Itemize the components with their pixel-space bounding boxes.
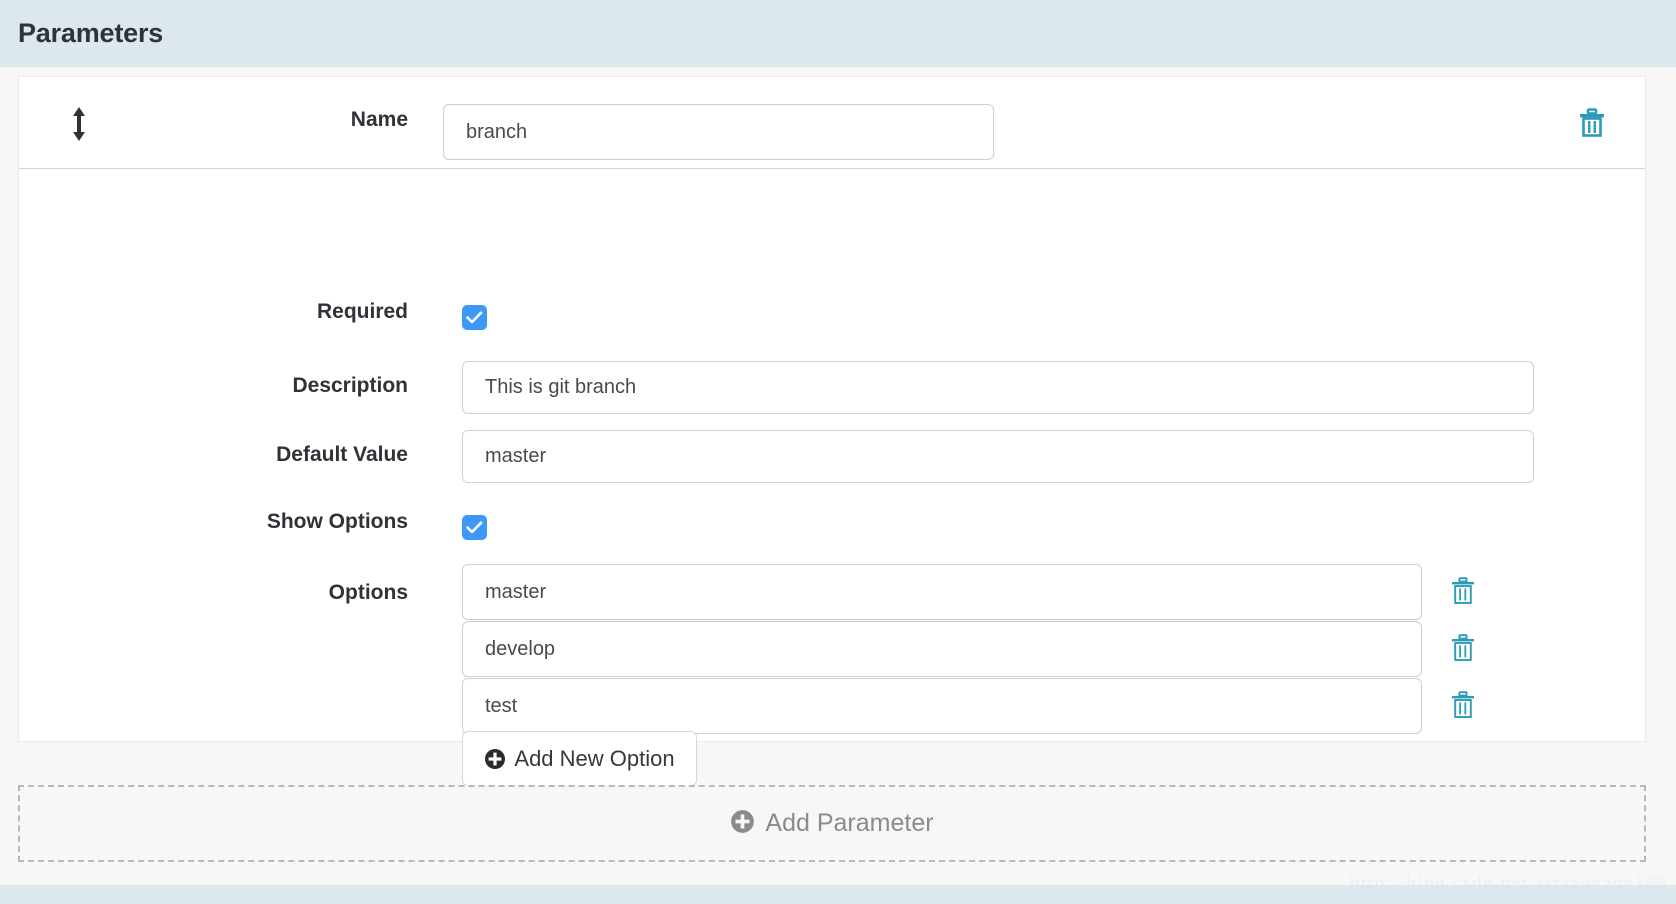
description-label: Description bbox=[292, 374, 408, 397]
delete-option-button[interactable] bbox=[1447, 688, 1479, 724]
trash-icon bbox=[1451, 576, 1475, 608]
trash-icon bbox=[1451, 633, 1475, 665]
default-value-label: Default Value bbox=[276, 443, 408, 466]
options-label: Options bbox=[328, 581, 408, 604]
add-new-option-label: Add New Option bbox=[514, 745, 675, 771]
option-row bbox=[462, 678, 1474, 735]
option-input[interactable] bbox=[462, 564, 1422, 620]
plus-circle-icon bbox=[484, 748, 506, 770]
delete-option-button[interactable] bbox=[1447, 574, 1479, 610]
name-label: Name bbox=[350, 108, 408, 131]
footer-strip bbox=[0, 885, 1676, 904]
delete-option-button[interactable] bbox=[1447, 631, 1479, 667]
trash-icon bbox=[1451, 690, 1475, 722]
description-input[interactable] bbox=[462, 361, 1534, 414]
option-input[interactable] bbox=[462, 678, 1422, 734]
show-options-checkbox[interactable] bbox=[462, 515, 487, 540]
checkmark-icon bbox=[466, 521, 483, 534]
page-title: Parameters bbox=[18, 18, 164, 48]
option-row bbox=[462, 564, 1474, 621]
add-parameter-label: Add Parameter bbox=[765, 809, 934, 837]
option-row bbox=[462, 621, 1474, 678]
name-input[interactable] bbox=[443, 104, 994, 160]
trash-icon bbox=[1579, 107, 1605, 141]
plus-circle-icon bbox=[730, 809, 755, 839]
panel-header: Parameters bbox=[0, 0, 1676, 67]
parameter-card: Name Required Description Default Value … bbox=[18, 76, 1646, 786]
parameters-page: Parameters Name Required Description Def… bbox=[0, 0, 1676, 904]
required-checkbox[interactable] bbox=[462, 305, 487, 330]
show-options-label: Show Options bbox=[266, 510, 408, 533]
panel-body: Name Required Description Default Value … bbox=[0, 67, 1676, 885]
vertical-resize-arrows-icon[interactable] bbox=[63, 105, 95, 143]
required-label: Required bbox=[316, 300, 408, 323]
checkmark-icon bbox=[466, 311, 483, 324]
parameter-detail-section: Required Description Default Value Show … bbox=[19, 169, 1645, 786]
delete-parameter-button[interactable] bbox=[1575, 105, 1609, 143]
option-input[interactable] bbox=[462, 621, 1422, 677]
add-new-option-button[interactable]: Add New Option bbox=[462, 731, 697, 786]
default-value-input[interactable] bbox=[462, 430, 1534, 483]
add-parameter-button[interactable]: Add Parameter bbox=[18, 785, 1646, 862]
options-list bbox=[462, 564, 1474, 735]
